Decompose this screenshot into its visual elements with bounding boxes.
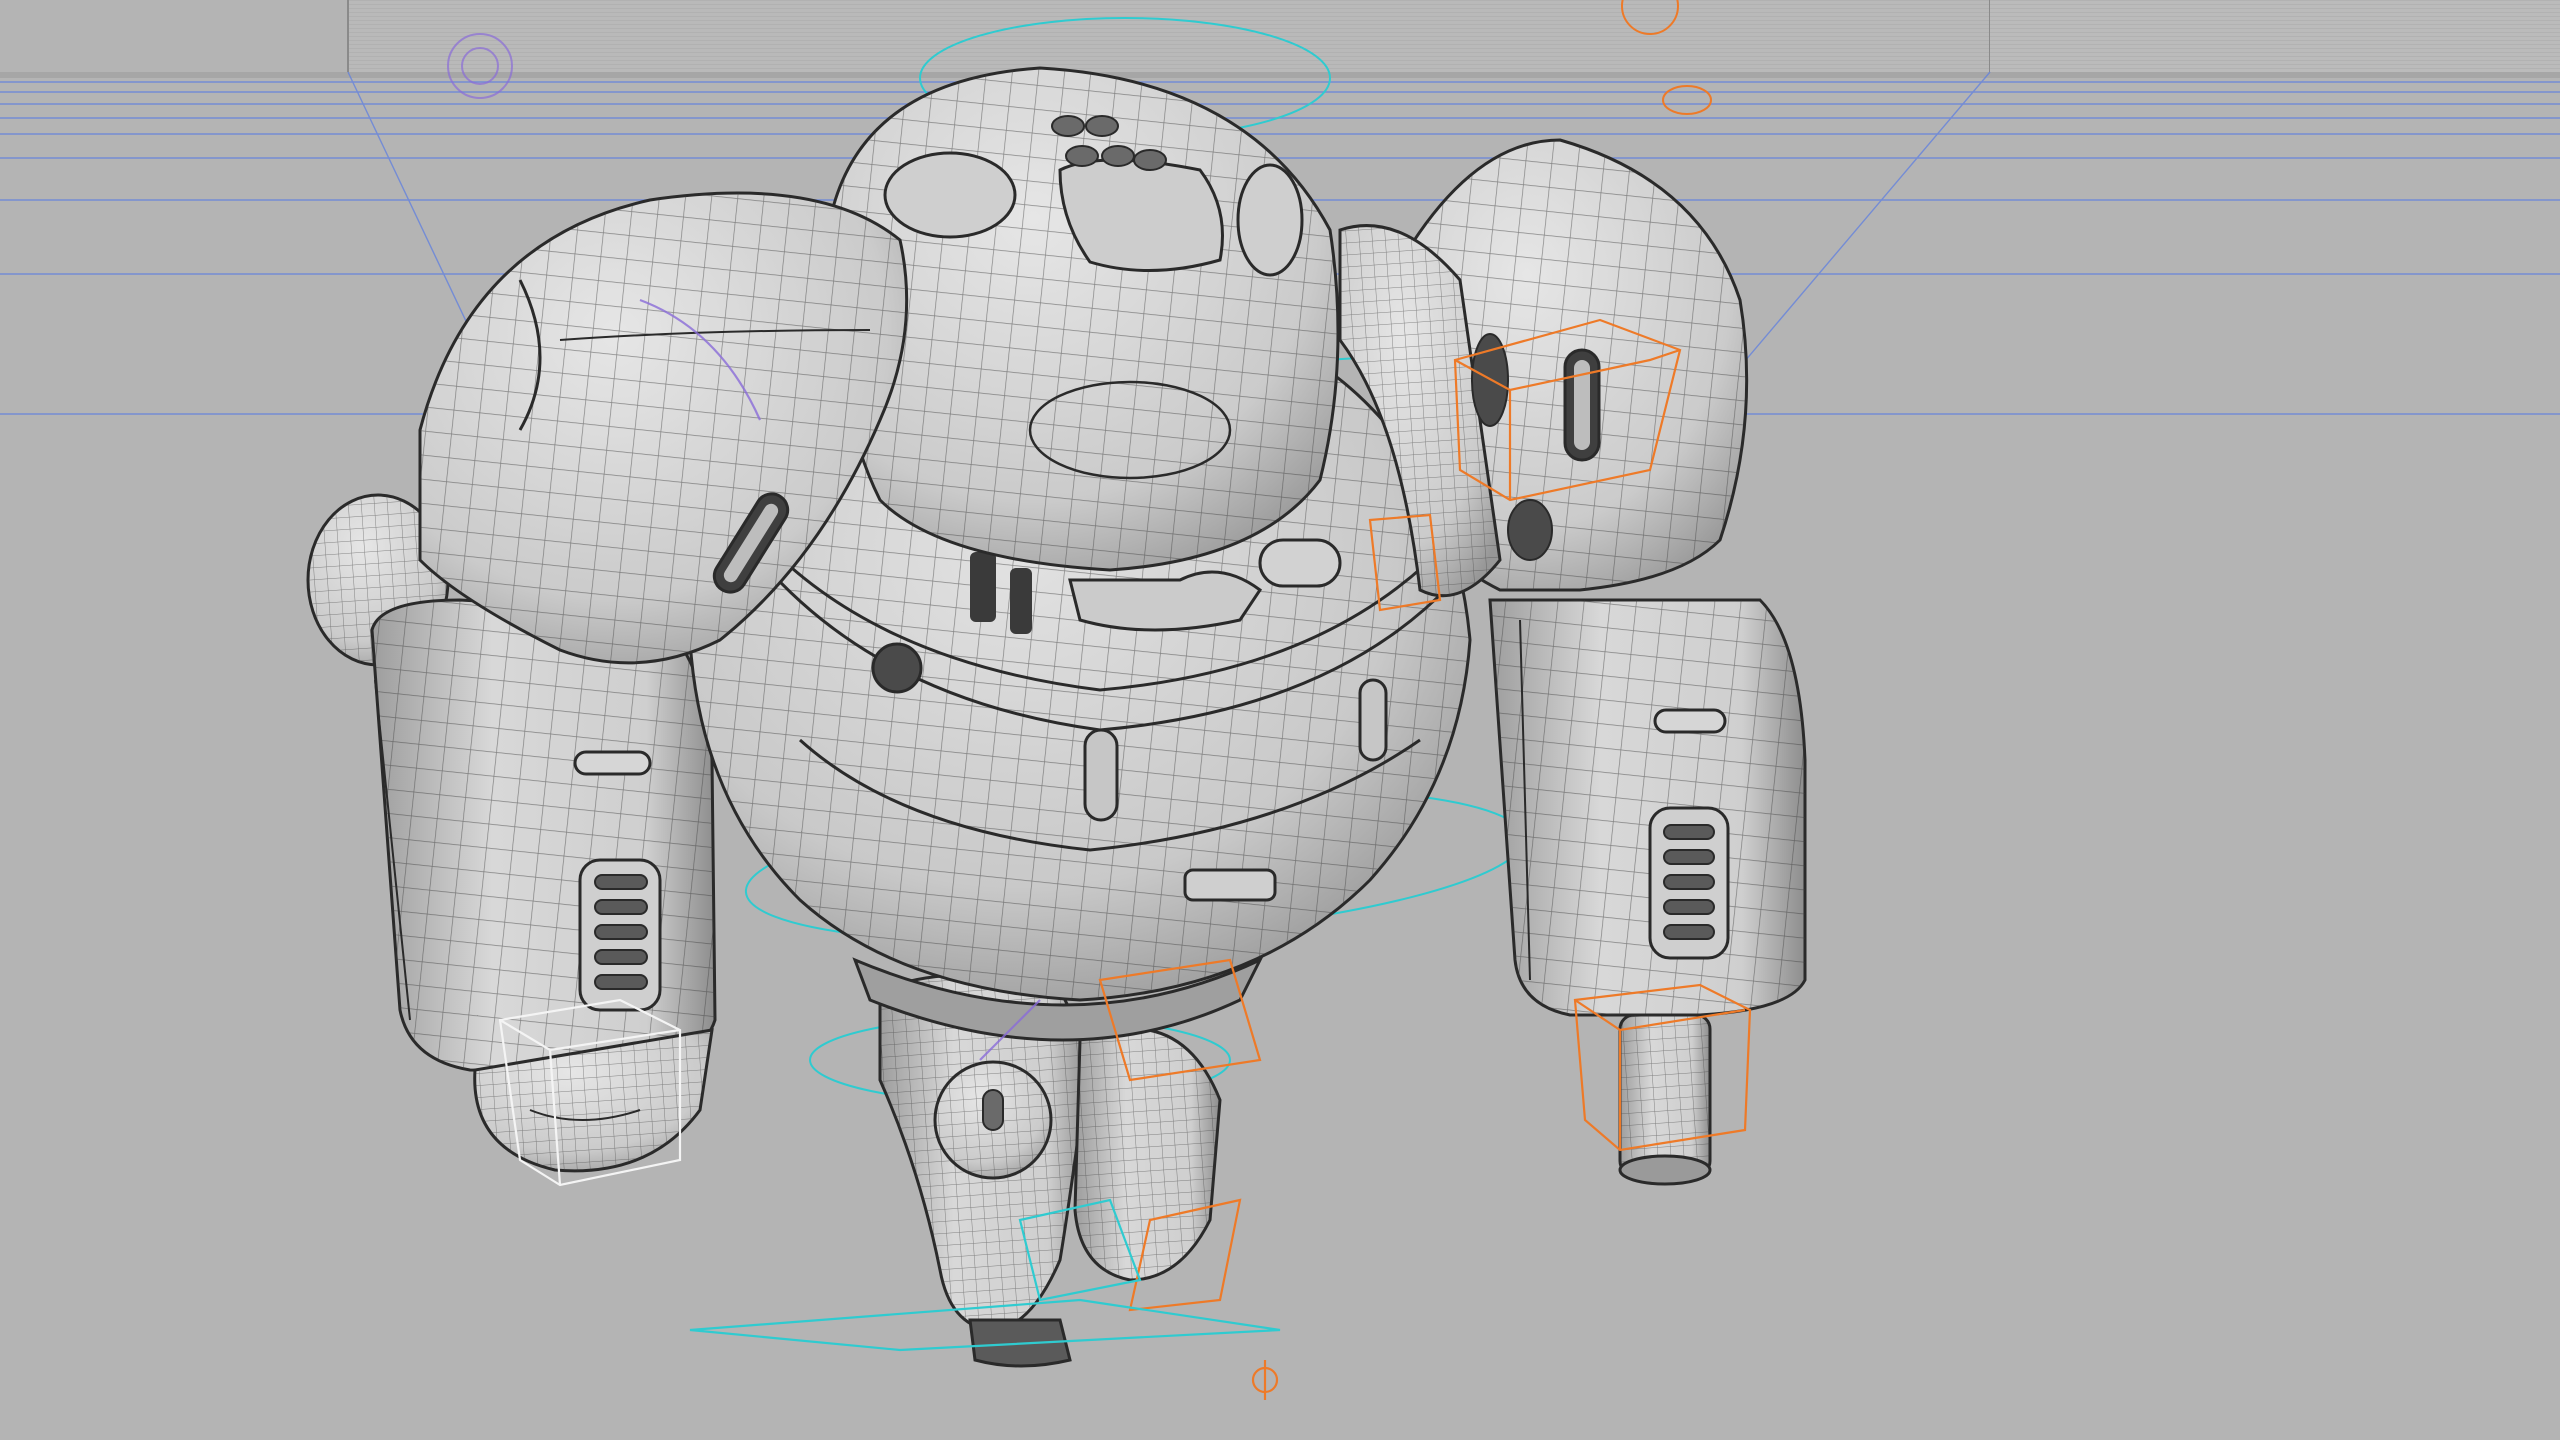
3d-viewport[interactable] (0, 0, 2560, 1440)
